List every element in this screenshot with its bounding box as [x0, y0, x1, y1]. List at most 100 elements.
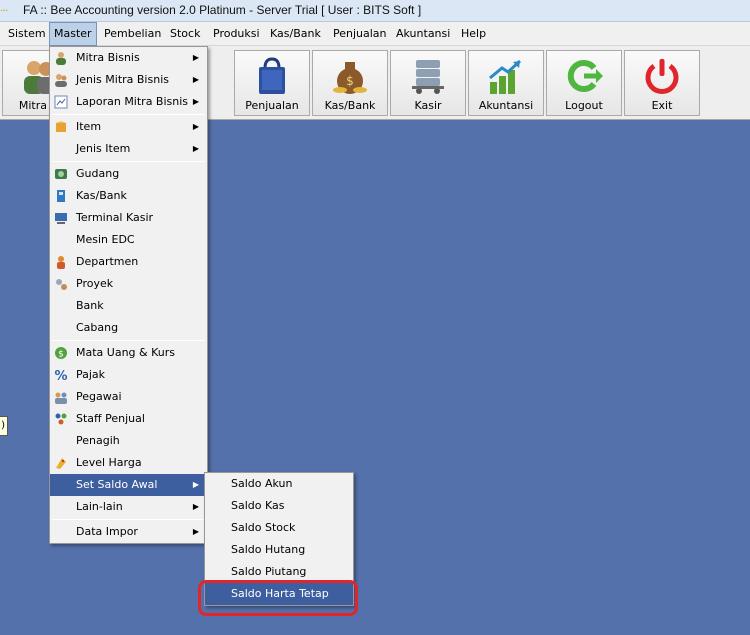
- shopping-bag-icon: [259, 57, 285, 94]
- window-title: FA :: Bee Accounting version 2.0 Platinu…: [23, 3, 422, 17]
- exit-button[interactable]: Exit: [624, 50, 700, 116]
- master-menu: Mitra Bisnis ▶ Jenis Mitra Bisnis ▶ Lapora…: [49, 46, 208, 544]
- submenu-arrow-icon: ▶: [192, 53, 199, 62]
- menu-item-kas-bank[interactable]: Kas/Bank: [50, 185, 207, 207]
- akuntansi-label: Akuntansi: [478, 99, 534, 112]
- menu-separator: [52, 114, 205, 115]
- people-group-icon: [55, 74, 67, 87]
- highlight-callout: [198, 580, 358, 616]
- staff-icon: [55, 413, 67, 425]
- submenu-item-saldo-kas[interactable]: Saldo Kas: [205, 495, 353, 517]
- kasir-label: Kasir: [414, 99, 442, 112]
- menu-sistem[interactable]: Sistem: [4, 22, 50, 46]
- logout-label: Logout: [565, 99, 603, 112]
- menu-item-proyek[interactable]: Proyek: [50, 273, 207, 295]
- menu-item-label: Saldo Piutang: [231, 565, 307, 578]
- menu-stock[interactable]: Stock: [166, 22, 204, 46]
- currency-icon: $: [55, 347, 67, 360]
- menu-item-label: Mesin EDC: [76, 233, 135, 246]
- menu-item-label: Mata Uang & Kurs: [76, 346, 175, 359]
- menu-item-cabang[interactable]: Cabang: [50, 317, 207, 339]
- submenu-arrow-icon: ▶: [192, 75, 199, 84]
- menu-item-mesin-edc[interactable]: Mesin EDC: [50, 229, 207, 251]
- menu-penjualan[interactable]: Penjualan: [329, 22, 391, 46]
- akuntansi-button[interactable]: Akuntansi: [468, 50, 544, 116]
- svg-text:$: $: [346, 74, 354, 88]
- menu-item-label: Gudang: [76, 167, 120, 180]
- menu-item-level-harga[interactable]: Level Harga: [50, 452, 207, 474]
- menu-item-label: Penagih: [76, 434, 120, 447]
- logout-icon: [567, 60, 603, 92]
- menu-item-label: Item: [76, 120, 102, 133]
- menu-bar: Sistem Master Pembelian Stock Produksi K…: [0, 22, 750, 46]
- menu-item-staff-penjual[interactable]: Staff Penjual: [50, 408, 207, 430]
- menu-pembelian[interactable]: Pembelian: [100, 22, 165, 46]
- project-icon: [56, 279, 67, 290]
- menu-item-set-saldo-awal[interactable]: Set Saldo Awal ▶: [50, 474, 207, 496]
- kasir-button[interactable]: Kasir: [390, 50, 466, 116]
- report-icon: [54, 95, 68, 109]
- menu-item-lain-lain[interactable]: Lain-lain ▶: [50, 496, 207, 518]
- menu-item-pajak[interactable]: % Pajak: [50, 364, 207, 386]
- menu-item-label: Proyek: [76, 277, 114, 290]
- department-icon: [57, 256, 65, 269]
- menu-item-item[interactable]: Item ▶: [50, 116, 207, 138]
- menu-item-label: Departmen: [76, 255, 139, 268]
- menu-kas-bank[interactable]: Kas/Bank: [266, 22, 325, 46]
- menu-item-label: Saldo Hutang: [231, 543, 306, 556]
- submenu-arrow-icon: ▶: [192, 144, 199, 153]
- menu-master[interactable]: Master: [49, 22, 97, 46]
- menu-item-penagih[interactable]: Penagih: [50, 430, 207, 452]
- menu-separator: [52, 340, 205, 341]
- submenu-item-saldo-akun[interactable]: Saldo Akun: [205, 473, 353, 495]
- people-icon: [56, 52, 66, 65]
- menu-separator: [52, 161, 205, 162]
- warehouse-icon: [55, 169, 67, 179]
- submenu-arrow-icon: ▶: [192, 480, 199, 489]
- menu-item-departmen[interactable]: Departmen: [50, 251, 207, 273]
- box-icon: [56, 121, 66, 132]
- menu-item-jenis-item[interactable]: Jenis Item ▶: [50, 138, 207, 160]
- menu-item-label: Pajak: [76, 368, 106, 381]
- menu-item-label: Kas/Bank: [76, 189, 127, 202]
- title-bar: ··· FA :: Bee Accounting version 2.0 Pla…: [0, 0, 750, 22]
- menu-help[interactable]: Help: [457, 22, 490, 46]
- menu-item-label: Data Impor: [76, 525, 138, 538]
- submenu-arrow-icon: ▶: [192, 122, 199, 131]
- exit-label: Exit: [651, 99, 673, 112]
- submenu-item-saldo-hutang[interactable]: Saldo Hutang: [205, 539, 353, 561]
- price-tag-icon: [56, 458, 66, 469]
- menu-item-label: Saldo Akun: [231, 477, 293, 490]
- menu-item-laporan-mitra-bisnis[interactable]: Laporan Mitra Bisnis ▶: [50, 91, 207, 113]
- penjualan-label: Penjualan: [245, 99, 299, 112]
- menu-item-jenis-mitra-bisnis[interactable]: Jenis Mitra Bisnis ▶: [50, 69, 207, 91]
- power-icon: [645, 59, 679, 94]
- submenu-arrow-icon: ▶: [192, 527, 199, 536]
- svg-text:$: $: [58, 350, 64, 360]
- menu-item-mata-uang-kurs[interactable]: $ Mata Uang & Kurs: [50, 342, 207, 364]
- kas-bank-button[interactable]: $ Kas/Bank: [312, 50, 388, 116]
- menu-item-terminal-kasir[interactable]: Terminal Kasir: [50, 207, 207, 229]
- menu-item-mitra-bisnis[interactable]: Mitra Bisnis ▶: [50, 47, 207, 69]
- menu-item-gudang[interactable]: Gudang: [50, 163, 207, 185]
- cash-register-icon: [412, 60, 444, 94]
- menu-item-label: Bank: [76, 299, 104, 312]
- menu-item-data-impor[interactable]: Data Impor ▶: [50, 521, 207, 543]
- menu-item-pegawai[interactable]: Pegawai: [50, 386, 207, 408]
- menu-item-label: Set Saldo Awal: [76, 478, 158, 491]
- menu-item-label: Staff Penjual: [76, 412, 145, 425]
- logout-button[interactable]: Logout: [546, 50, 622, 116]
- app-icon: ···: [0, 4, 8, 17]
- menu-item-label: Lain-lain: [76, 500, 123, 513]
- submenu-item-saldo-stock[interactable]: Saldo Stock: [205, 517, 353, 539]
- menu-item-label: Saldo Kas: [231, 499, 285, 512]
- menu-akuntansi[interactable]: Akuntansi: [392, 22, 454, 46]
- penjualan-button[interactable]: Penjualan: [234, 50, 310, 116]
- kas-bank-label: Kas/Bank: [324, 99, 376, 112]
- menu-item-bank[interactable]: Bank: [50, 295, 207, 317]
- menu-produksi[interactable]: Produksi: [209, 22, 264, 46]
- menu-item-label: Terminal Kasir: [76, 211, 154, 224]
- submenu-arrow-icon: ▶: [192, 502, 199, 511]
- svg-text:%: %: [54, 369, 67, 382]
- menu-item-label: Cabang: [76, 321, 119, 334]
